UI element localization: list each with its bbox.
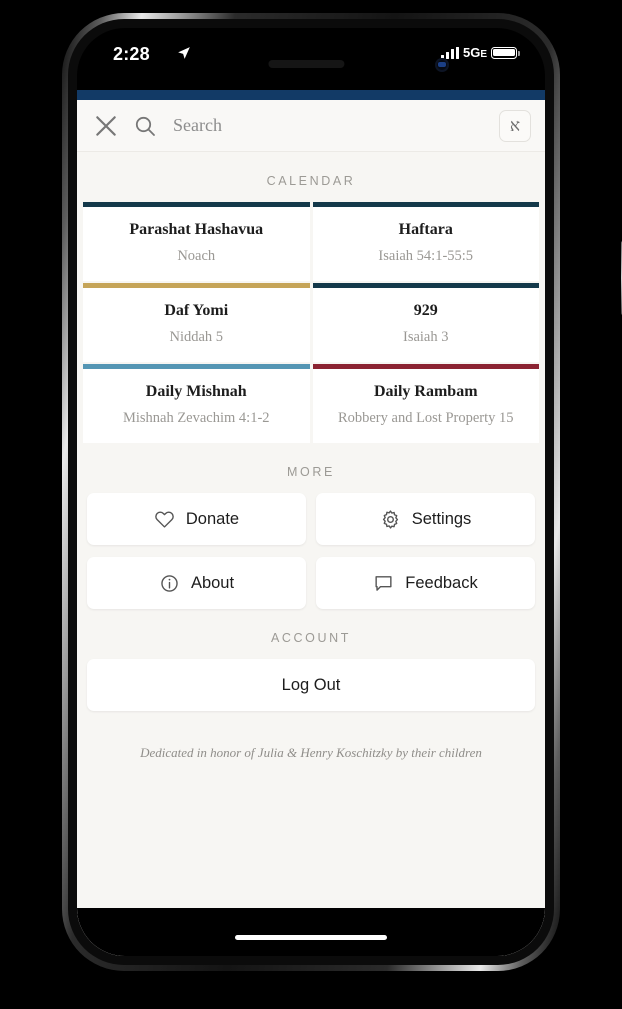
status-time: 2:28 xyxy=(113,44,150,64)
calendar-card-subtitle: Isaiah 3 xyxy=(403,329,449,345)
battery-icon xyxy=(491,46,520,59)
calendar-card-title: Haftara xyxy=(398,221,453,238)
notch xyxy=(227,28,395,54)
account-section: Log Out xyxy=(77,659,545,711)
calendar-card-subtitle: Niddah 5 xyxy=(169,329,224,345)
info-circle-icon xyxy=(161,574,178,592)
calendar-card[interactable]: Haftara Isaiah 54:1-55:5 xyxy=(312,202,539,281)
app-scroll-body[interactable]: א CALENDAR Parashat Hashavua Noach Haftara… xyxy=(77,100,545,956)
search-input[interactable] xyxy=(173,115,499,136)
calendar-card-title: Parashat Hashavua xyxy=(129,221,264,238)
app-top-accent-bar xyxy=(77,90,545,100)
network-label: 5GE xyxy=(462,45,487,60)
more-section-label: MORE xyxy=(287,465,335,479)
heart-icon xyxy=(155,510,174,528)
calendar-card-subtitle: Noach xyxy=(177,248,216,264)
phone-screen: 2:28 5GE Search א CALENDAR Parashat Hash… xyxy=(77,28,545,956)
close-icon xyxy=(96,115,116,136)
phone-bezel: 2:28 5GE Search א CALENDAR Parashat Hash… xyxy=(68,19,554,965)
search-icon xyxy=(135,116,155,136)
calendar-card[interactable]: Parashat Hashavua Noach xyxy=(83,202,310,281)
calendar-card[interactable]: 929 Isaiah 3 xyxy=(312,283,539,362)
cellular-bars-icon xyxy=(440,46,459,59)
calendar-card[interactable]: Daily Mishnah Mishnah Zevachim 4:1-2 xyxy=(83,364,310,443)
more-grid: Donate Settings About Feedback xyxy=(87,493,535,609)
speech-bubble-icon xyxy=(375,575,392,591)
front-camera-icon xyxy=(435,58,449,72)
calendar-card-title: Daily Rambam xyxy=(373,383,478,400)
close-button[interactable] xyxy=(93,113,119,139)
dedication-text: Dedicated in honor of Julia & Henry Kosc… xyxy=(140,745,482,760)
more-button-settings[interactable]: Settings xyxy=(316,493,535,545)
calendar-section-label: CALENDAR xyxy=(266,174,356,188)
more-button-donate[interactable]: Donate xyxy=(87,493,306,545)
home-indicator-zone xyxy=(77,908,545,956)
gear-icon xyxy=(382,509,398,529)
home-indicator[interactable] xyxy=(235,935,387,940)
calendar-card-subtitle: Robbery and Lost Property 15 xyxy=(337,410,514,426)
calendar-card-subtitle: Isaiah 54:1-55:5 xyxy=(378,248,474,264)
calendar-card-title: Daf Yomi xyxy=(164,302,229,319)
calendar-card-title: 929 xyxy=(413,302,438,319)
calendar-grid: Parashat Hashavua Noach Haftara Isaiah 54:1… xyxy=(83,202,539,443)
more-button-label: Feedback xyxy=(405,573,478,592)
more-section: Donate Settings About Feedback xyxy=(77,493,545,609)
language-toggle-button[interactable]: א xyxy=(499,109,531,142)
search-header: א xyxy=(77,100,545,152)
earpiece-speaker xyxy=(268,60,345,68)
phone-frame: 2:28 5GE Search א CALENDAR Parashat Hash… xyxy=(62,13,622,971)
app-container: א CALENDAR Parashat Hashavua Noach Haftara… xyxy=(77,90,545,956)
calendar-card[interactable]: Daily Rambam Robbery and Lost Property 15 xyxy=(312,364,539,443)
log-out-button[interactable]: Log Out xyxy=(87,659,535,711)
calendar-card[interactable]: Daf Yomi Niddah 5 xyxy=(83,283,310,362)
more-button-about[interactable]: About xyxy=(87,557,306,609)
account-section-label: ACCOUNT xyxy=(270,631,351,645)
screenshot-root: 2:28 5GE Search א CALENDAR Parashat Hash… xyxy=(0,0,622,1009)
more-button-feedback[interactable]: Feedback xyxy=(316,557,535,609)
calendar-card-title: Daily Mishnah xyxy=(145,383,247,400)
calendar-card-subtitle: Mishnah Zevachim 4:1-2 xyxy=(122,410,270,426)
more-button-label: Settings xyxy=(411,509,472,528)
calendar-section: Parashat Hashavua Noach Haftara Isaiah 54:1… xyxy=(77,202,545,443)
location-arrow-icon xyxy=(178,47,190,59)
status-indicators: 5GE xyxy=(440,45,520,60)
more-button-label: Donate xyxy=(185,509,240,528)
more-button-label: About xyxy=(190,573,235,592)
